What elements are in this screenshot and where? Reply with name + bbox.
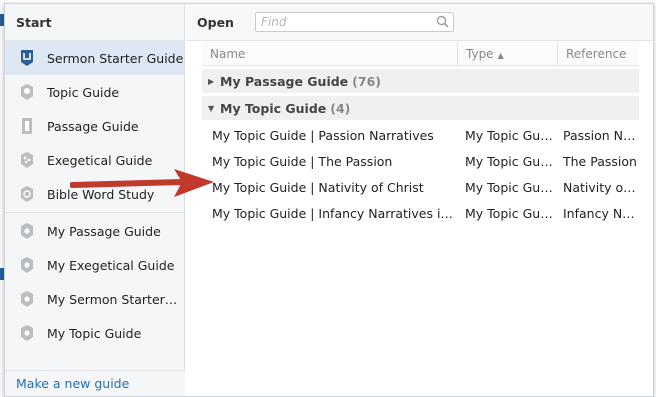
row-reference: Infancy N… [563,205,635,221]
my-guide-item-exegetical[interactable]: My Exegetical Guide [5,248,184,282]
my-guide-item-label: My Topic Guide [47,325,142,341]
column-type[interactable]: Type ▲ [458,42,558,65]
passage-guide-icon [19,117,35,135]
topic-guide-icon [19,83,35,101]
scrollbar-track[interactable] [639,42,653,396]
group-count: (76) [352,73,381,89]
guide-item-label: Topic Guide [47,84,120,100]
row-reference: The Passion [563,153,637,169]
sort-ascending-icon: ▲ [497,51,504,60]
row-name: My Topic Guide | The Passion [212,153,393,169]
sermon-starter-guide-icon [19,49,35,67]
find-input[interactable]: Find [255,12,454,32]
row-reference: Passion N… [563,127,636,143]
column-name[interactable]: Name [202,42,458,65]
collapse-arrow-icon[interactable]: ▼ [208,104,220,113]
open-toolbar: Open Find [186,4,653,41]
group-label: My Passage Guide [220,73,349,89]
table-row[interactable]: My Topic Guide | Passion Narratives My T… [202,122,639,148]
search-icon[interactable] [436,15,449,33]
guide-item-label: Exegetical Guide [47,152,153,168]
table-row[interactable]: My Topic Guide | Infancy Narratives in t… [202,200,639,226]
divider [5,212,184,213]
group-count: (4) [330,100,351,116]
find-placeholder: Find [261,15,287,29]
my-guide-icon [19,290,35,308]
table-header: Name Type ▲ Reference [202,42,639,66]
bible-word-study-icon [19,185,35,203]
guides-table: Name Type ▲ Reference ▶ My Passage Guide … [202,42,639,226]
guide-item-label: Passage Guide [47,118,139,134]
row-name: My Topic Guide | Nativity of Christ [212,179,424,195]
guide-item-passage[interactable]: Passage Guide [5,109,184,143]
group-my-topic-guide[interactable]: ▼ My Topic Guide (4) [202,96,639,120]
row-name: My Topic Guide | Passion Narratives [212,127,434,143]
row-type: My Topic Guide [465,205,555,221]
exegetical-guide-icon [19,151,35,169]
row-type: My Topic Guide [465,179,555,195]
my-guide-item-label: My Passage Guide [47,223,161,239]
open-header: Open [197,14,234,30]
start-header: Start [5,4,184,41]
row-type: My Topic Guide [465,153,555,169]
my-guide-item-label: My Sermon Starter… [47,291,178,307]
table-row[interactable]: My Topic Guide | Nativity of Christ My T… [202,174,639,200]
my-guide-icon [19,324,35,342]
row-name: My Topic Guide | Infancy Narratives in t… [212,205,455,221]
guides-popup: Start Sermon Starter Guide Topic Guide P… [4,3,654,397]
column-type-label: Type [466,47,494,61]
guide-item-exegetical[interactable]: Exegetical Guide [5,143,184,177]
table-row[interactable]: My Topic Guide | The Passion My Topic Gu… [202,148,639,174]
my-guide-icon [19,256,35,274]
guide-item-label: Sermon Starter Guide [47,50,184,66]
group-my-passage-guide[interactable]: ▶ My Passage Guide (76) [202,69,639,93]
row-type: My Topic Guide [465,127,555,143]
guide-item-topic[interactable]: Topic Guide [5,75,184,109]
my-guide-item-passage[interactable]: My Passage Guide [5,214,184,248]
guide-item-sermon-starter[interactable]: Sermon Starter Guide [5,41,184,75]
my-guide-icon [19,222,35,240]
group-label: My Topic Guide [220,100,327,116]
start-panel: Start Sermon Starter Guide Topic Guide P… [5,4,185,396]
guide-item-bible-word-study[interactable]: Bible Word Study [5,177,184,211]
expand-arrow-icon[interactable]: ▶ [208,77,220,86]
my-guide-item-topic[interactable]: My Topic Guide [5,316,184,350]
my-guide-item-sermon-starter[interactable]: My Sermon Starter… [5,282,184,316]
row-reference: Nativity o… [563,179,636,195]
guide-item-label: Bible Word Study [47,186,155,202]
column-reference[interactable]: Reference [558,42,639,65]
open-panel: Open Find Name Type ▲ Reference ▶ My Pass… [186,4,653,396]
my-guide-item-label: My Exegetical Guide [47,257,175,273]
new-guide-template-link[interactable]: Make a new guide template [5,370,185,396]
